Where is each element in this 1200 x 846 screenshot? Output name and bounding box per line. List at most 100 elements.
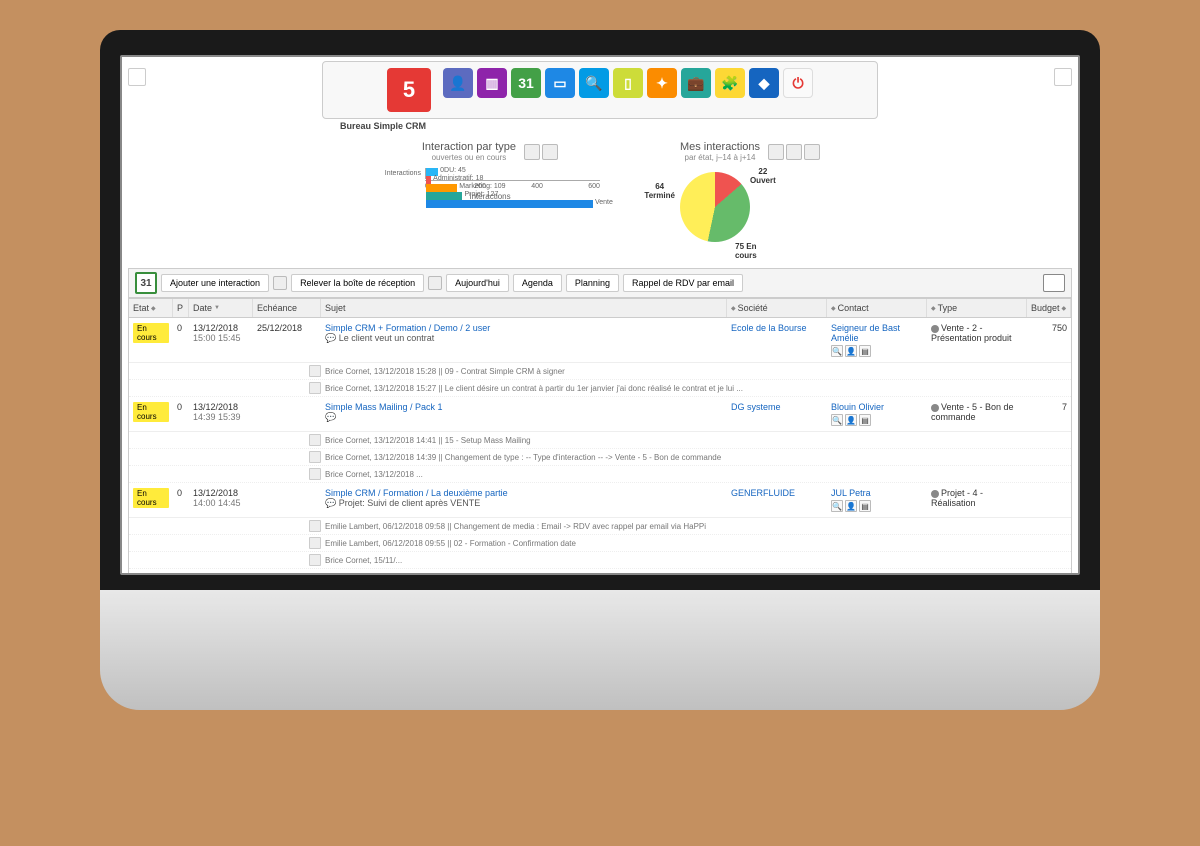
- societe-link[interactable]: Ecole de la Bourse: [727, 321, 827, 335]
- note-line: Brice Cornet, 15/11/...: [129, 552, 1071, 569]
- col-p[interactable]: P: [173, 299, 189, 317]
- priority-cell: 0: [173, 321, 189, 335]
- person-icon: [273, 276, 287, 290]
- note-line: Brice Cornet, 13/12/2018 14:39 || Change…: [129, 449, 1071, 466]
- type-cell: Vente - 2 - Présentation produit: [927, 321, 1027, 345]
- inbox-button[interactable]: Relever la boîte de réception: [291, 274, 424, 292]
- speech-icon: [325, 333, 336, 343]
- note-icon: [309, 365, 321, 377]
- bar-chart-block: Interaction par type ouvertes ou en cour…: [380, 141, 600, 258]
- col-societe[interactable]: ◆Société: [727, 299, 827, 317]
- magnify-icon[interactable]: 🔍: [831, 414, 843, 426]
- settings-icon[interactable]: [804, 144, 820, 160]
- user-icon[interactable]: 👤: [845, 500, 857, 512]
- pie-chart: [680, 172, 750, 242]
- bar-tick: 600: [588, 183, 600, 190]
- dashboard: Interaction par type ouvertes ou en cour…: [122, 137, 1078, 268]
- col-type[interactable]: ◆Type: [927, 299, 1027, 317]
- note-icon: [309, 537, 321, 549]
- col-date[interactable]: Date▼: [189, 299, 253, 317]
- type-dot-icon: [931, 325, 939, 333]
- expand-right-icon[interactable]: [1054, 68, 1072, 86]
- bar-chart-title: Interaction par type: [422, 141, 516, 153]
- date-cell: 13/12/201814:39 15:39: [189, 400, 253, 424]
- bar-label-3: Projet: 127: [462, 191, 498, 198]
- magnify-icon[interactable]: 🔍: [831, 500, 843, 512]
- pie-chart-title: Mes interactions: [680, 141, 760, 153]
- doc-icon[interactable]: ▤: [859, 500, 871, 512]
- planning-button[interactable]: Planning: [566, 274, 619, 292]
- puzzle-icon[interactable]: 🧩: [715, 68, 745, 98]
- speech-icon: [325, 412, 336, 422]
- col-sujet[interactable]: Sujet: [321, 299, 727, 317]
- contact-cell: Blouin Olivier 🔍 👤 ▤: [827, 400, 927, 428]
- user-icon[interactable]: 👤: [845, 345, 857, 357]
- doc-icon[interactable]: ▤: [859, 414, 871, 426]
- bar-ylabel: Interactions: [380, 170, 425, 177]
- search-icon[interactable]: 🔍: [579, 68, 609, 98]
- sujet-cell: Simple Mass Mailing / Pack 1: [321, 572, 727, 573]
- status-badge: En cours: [133, 488, 169, 508]
- print-icon[interactable]: [524, 144, 540, 160]
- collapse-left-icon[interactable]: [128, 68, 146, 86]
- table-row[interactable]: Ouvert 0 13/12/201814:39 15:00 Simple Ma…: [129, 569, 1071, 573]
- contact-link[interactable]: JUL Petra: [831, 488, 871, 498]
- note-icon: [309, 468, 321, 480]
- sujet-link[interactable]: Simple CRM + Formation / Demo / 2 user: [325, 323, 490, 333]
- bar-label-2: Marketing: 109: [457, 183, 505, 190]
- note-line: Brice Cornet, 13/12/2018 15:28 || 09 - C…: [129, 363, 1071, 380]
- export-icon[interactable]: [786, 144, 802, 160]
- sujet-cell: Simple CRM + Formation / Demo / 2 user L…: [321, 321, 727, 346]
- notes-icon[interactable]: ▯: [613, 68, 643, 98]
- societe-link[interactable]: DG systeme: [727, 572, 827, 573]
- note-icon: [309, 382, 321, 394]
- note-line: Brice Cornet, 13/12/2018 15:27 || Le cli…: [129, 380, 1071, 397]
- doc-icon[interactable]: ▤: [859, 345, 871, 357]
- col-budget[interactable]: Budget◆: [1027, 299, 1071, 317]
- note-icon: [309, 554, 321, 566]
- col-contact[interactable]: ◆Contact: [827, 299, 927, 317]
- app-label: Bureau Simple CRM: [340, 121, 1078, 131]
- pie-label-encours: 75 En cours: [735, 242, 757, 260]
- calendar-icon[interactable]: 31: [511, 68, 541, 98]
- societe-link[interactable]: DG systeme: [727, 400, 827, 414]
- compass-icon[interactable]: ✦: [647, 68, 677, 98]
- table-row[interactable]: En cours 0 13/12/201815:00 15:45 25/12/2…: [129, 318, 1071, 363]
- contact-link[interactable]: Blouin Olivier: [831, 402, 884, 412]
- contact-link[interactable]: Seigneur de Bast Amélie: [831, 323, 900, 343]
- power-icon[interactable]: ⏻: [783, 68, 813, 98]
- bar-tick: 400: [531, 183, 543, 190]
- table-row[interactable]: En cours 0 13/12/201814:39 15:39 Simple …: [129, 397, 1071, 432]
- sujet-link[interactable]: Simple CRM / Formation / La deuxième par…: [325, 488, 508, 498]
- note-line: Brice Cornet, 13/12/2018 14:41 || 15 - S…: [129, 432, 1071, 449]
- nodes-icon[interactable]: ◆: [749, 68, 779, 98]
- today-button[interactable]: Aujourd'hui: [446, 274, 509, 292]
- pie-label-termine: 64 Terminé: [644, 182, 675, 200]
- table-row[interactable]: En cours 0 13/12/201814:00 14:45 Simple …: [129, 483, 1071, 518]
- magnify-icon[interactable]: 🔍: [831, 345, 843, 357]
- budget-cell: 7: [1027, 572, 1071, 573]
- note-icon: [309, 520, 321, 532]
- sujet-link[interactable]: Simple Mass Mailing / Pack 1: [325, 402, 443, 412]
- echeance-cell: 25/12/2018: [253, 321, 321, 335]
- col-echeance[interactable]: Echéance: [253, 299, 321, 317]
- agenda-button[interactable]: Agenda: [513, 274, 562, 292]
- reminder-button[interactable]: Rappel de RDV par email: [623, 274, 743, 292]
- calendar-small-icon[interactable]: 31: [135, 272, 157, 294]
- echeance-cell: [253, 486, 321, 490]
- documents-icon[interactable]: ▭: [545, 68, 575, 98]
- print-icon[interactable]: [768, 144, 784, 160]
- add-interaction-button[interactable]: Ajouter une interaction: [161, 274, 269, 292]
- tv-icon[interactable]: [1043, 274, 1065, 292]
- type-cell: Vente - 5 - Bon de commande: [927, 572, 1027, 573]
- note-line: Emilie Lambert, 06/12/2018 09:58 || Chan…: [129, 518, 1071, 535]
- priority-cell: 0: [173, 572, 189, 573]
- col-etat[interactable]: Etat◆: [129, 299, 173, 317]
- briefcase-icon[interactable]: 💼: [681, 68, 711, 98]
- companies-icon[interactable]: ▥: [477, 68, 507, 98]
- app-logo[interactable]: 5: [387, 68, 431, 112]
- export-icon[interactable]: [542, 144, 558, 160]
- user-icon[interactable]: 👤: [845, 414, 857, 426]
- societe-link[interactable]: GENERFLUIDE: [727, 486, 827, 500]
- contacts-icon[interactable]: 👤: [443, 68, 473, 98]
